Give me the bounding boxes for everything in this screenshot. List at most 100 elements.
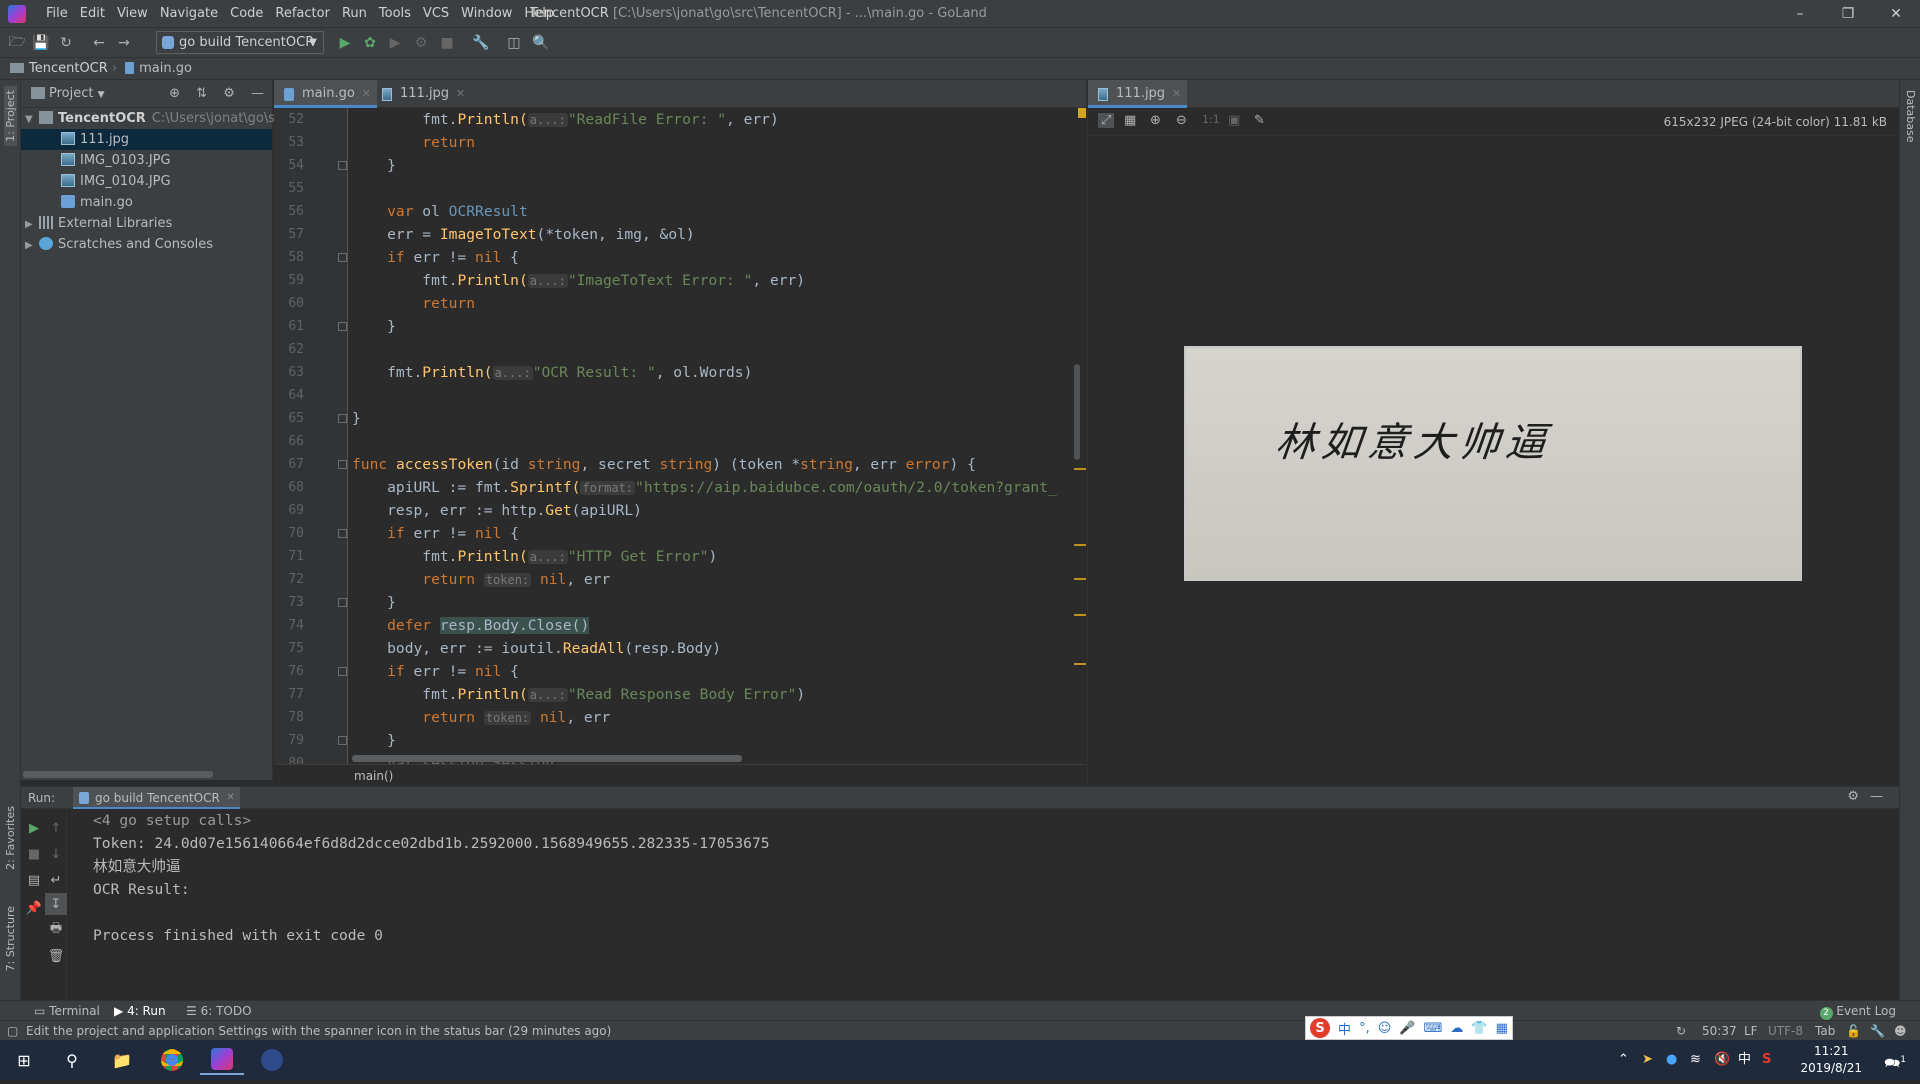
code-area[interactable]: fmt.Println(a...: "ReadFile Error: ", err… xyxy=(352,108,1072,764)
console-output[interactable]: <4 go setup calls> Token: 24.0d07e156140… xyxy=(71,809,1899,1001)
tool-window-structure[interactable]: 7: Structure xyxy=(4,906,17,971)
soft-wrap-icon[interactable]: ↵ xyxy=(45,869,67,891)
function-crumb[interactable]: main() xyxy=(354,769,393,783)
wifi-icon[interactable]: ≋ xyxy=(1690,1040,1701,1080)
close-tab-icon[interactable]: ✕ xyxy=(1172,80,1181,108)
run-tab[interactable]: go build TencentOCR ✕ xyxy=(73,787,240,809)
fold-marker-icon[interactable] xyxy=(338,736,347,745)
open-folder-icon[interactable]: 🗁 xyxy=(6,32,28,54)
project-horizontal-scrollbar[interactable] xyxy=(23,771,213,778)
event-person-icon[interactable]: ☻ xyxy=(1894,1021,1907,1041)
search-icon[interactable]: 🔍 xyxy=(530,32,552,54)
breadcrumb-file[interactable]: main.go xyxy=(139,61,192,76)
save-icon[interactable]: 💾 xyxy=(30,32,52,54)
menu-vcs[interactable]: VCS xyxy=(417,0,455,28)
tray-app-icon[interactable]: ➤ xyxy=(1642,1040,1653,1080)
zoom-in-icon[interactable]: ⊕ xyxy=(1150,113,1161,128)
microphone-icon[interactable]: 🎤 xyxy=(1399,1021,1415,1036)
print-icon[interactable]: 🖶 xyxy=(45,919,67,941)
breadcrumb-project[interactable]: TencentOCR xyxy=(29,61,108,76)
tab-todo[interactable]: ☰ 6: TODO xyxy=(186,1001,252,1021)
emoji-icon[interactable]: ☺ xyxy=(1378,1021,1392,1036)
status-message[interactable]: Edit the project and application Setting… xyxy=(26,1021,611,1041)
project-view-select[interactable]: Project ▼ xyxy=(31,86,105,103)
tab-main-go[interactable]: main.go ✕ xyxy=(274,80,377,108)
tab-111-jpg-viewer[interactable]: 111.jpg ✕ xyxy=(1088,80,1188,108)
tree-item-img-0104[interactable]: IMG_0104.JPG xyxy=(21,171,272,192)
tab-terminal[interactable]: ▭ Terminal xyxy=(34,1001,100,1021)
vcs-icon[interactable]: ↻ xyxy=(1676,1021,1686,1041)
windows-start-icon[interactable]: ⊞ xyxy=(2,1045,46,1075)
grid-icon[interactable]: ▦ xyxy=(1124,113,1136,128)
fold-marker-icon[interactable] xyxy=(338,460,347,469)
locate-icon[interactable]: ⊕ xyxy=(169,86,180,101)
fold-marker-icon[interactable] xyxy=(338,667,347,676)
collapse-all-icon[interactable]: ⇅ xyxy=(196,86,207,101)
tree-root[interactable]: ▼ TencentOCR C:\Users\jonat\go\src\ xyxy=(21,108,292,130)
profile-icon[interactable]: ⚙ xyxy=(410,32,432,54)
code-editor[interactable]: 52 53 54 55 56 57 58 59 60 61 62 63 64 6… xyxy=(274,108,1086,764)
project-structure-icon[interactable]: ◫ xyxy=(503,32,525,54)
file-explorer-icon[interactable]: 📁 xyxy=(100,1045,144,1075)
expand-arrow-icon[interactable]: ▶ xyxy=(25,235,39,256)
settings-wrench-icon[interactable]: 🔧 xyxy=(1870,1021,1885,1041)
grid-menu-icon[interactable]: ▦ xyxy=(1496,1021,1508,1036)
tray-sogou-icon[interactable]: S xyxy=(1762,1040,1771,1080)
sync-icon[interactable]: ↻ xyxy=(55,32,77,54)
tree-item-external-libraries[interactable]: ▶ External Libraries xyxy=(21,213,272,234)
background-icon[interactable]: ▣ xyxy=(1228,113,1240,128)
tray-language[interactable]: 中 xyxy=(1738,1040,1751,1080)
tree-item-scratches[interactable]: ▶ Scratches and Consoles xyxy=(21,234,272,255)
menu-tools[interactable]: Tools xyxy=(373,0,417,28)
gear-icon[interactable]: ⚙ xyxy=(223,86,235,101)
close-icon[interactable]: ✕ xyxy=(1872,0,1920,28)
rerun-icon[interactable]: ▶ xyxy=(23,817,45,839)
scroll-to-end-icon[interactable]: ↧ xyxy=(45,893,67,915)
file-encoding[interactable]: UTF-8 xyxy=(1768,1021,1803,1041)
close-tab-icon[interactable]: ✕ xyxy=(226,787,234,809)
tree-item-111-jpg[interactable]: 111.jpg xyxy=(21,129,272,150)
fold-marker-icon[interactable] xyxy=(338,322,347,331)
stop-icon[interactable]: ■ xyxy=(436,32,458,54)
sogou-logo-icon[interactable]: S xyxy=(1310,1018,1331,1038)
fold-marker-icon[interactable] xyxy=(338,414,347,423)
status-window-icon[interactable]: ▢ xyxy=(7,1021,18,1041)
back-icon[interactable]: ← xyxy=(88,32,110,54)
clothes-icon[interactable]: 👕 xyxy=(1471,1021,1487,1036)
minimize-icon[interactable]: – xyxy=(1776,0,1824,28)
console-line[interactable]: <4 go setup calls> xyxy=(93,809,251,832)
fold-marker-icon[interactable] xyxy=(338,161,347,170)
tool-window-database[interactable]: Database xyxy=(1904,90,1917,143)
trash-icon[interactable]: 🗑 xyxy=(45,945,67,967)
close-tab-icon[interactable]: ✕ xyxy=(362,80,371,108)
tree-item-img-0103[interactable]: IMG_0103.JPG xyxy=(21,150,272,171)
skin-icon[interactable]: ☁ xyxy=(1450,1021,1463,1036)
fit-to-window-icon[interactable]: ⤢ xyxy=(1098,113,1115,128)
gear-icon[interactable]: ⚙ xyxy=(1847,789,1859,804)
error-stripe-mark[interactable] xyxy=(1074,578,1086,580)
actual-size-button[interactable]: 1:1 xyxy=(1202,113,1220,126)
hide-icon[interactable]: — xyxy=(1870,789,1883,804)
expand-arrow-icon[interactable]: ▼ xyxy=(25,109,39,130)
editor-vertical-scrollbar[interactable] xyxy=(1074,364,1080,460)
zoom-out-icon[interactable]: ⊖ xyxy=(1176,113,1187,128)
debug-icon[interactable]: ✿ xyxy=(359,32,381,54)
settings-wrench-icon[interactable]: 🔧 xyxy=(470,32,492,54)
lock-icon[interactable]: 🔓 xyxy=(1846,1021,1861,1041)
error-stripe-mark[interactable] xyxy=(1074,544,1086,546)
tool-window-project[interactable]: 1: Project xyxy=(4,86,17,146)
goland-taskbar-icon[interactable] xyxy=(200,1045,244,1075)
stop-icon[interactable]: ■ xyxy=(23,843,45,865)
pin-icon[interactable]: 📌 xyxy=(23,897,45,919)
tool-window-favorites[interactable]: 2: Favorites xyxy=(4,806,17,870)
coverage-icon[interactable]: ▶ xyxy=(384,32,406,54)
goland-logo-icon[interactable] xyxy=(8,5,26,23)
menu-run[interactable]: Run xyxy=(336,0,373,28)
image-preview[interactable]: 林如意大帅逼 xyxy=(1184,346,1802,581)
expand-arrow-icon[interactable]: ▶ xyxy=(25,214,39,235)
warning-marker-icon[interactable] xyxy=(1078,108,1086,118)
tab-run[interactable]: ▶ 4: Run xyxy=(114,1001,166,1021)
forward-icon[interactable]: → xyxy=(113,32,135,54)
keyboard-icon[interactable]: ⌨ xyxy=(1424,1021,1443,1036)
layout-icon[interactable]: ▤ xyxy=(23,869,45,891)
